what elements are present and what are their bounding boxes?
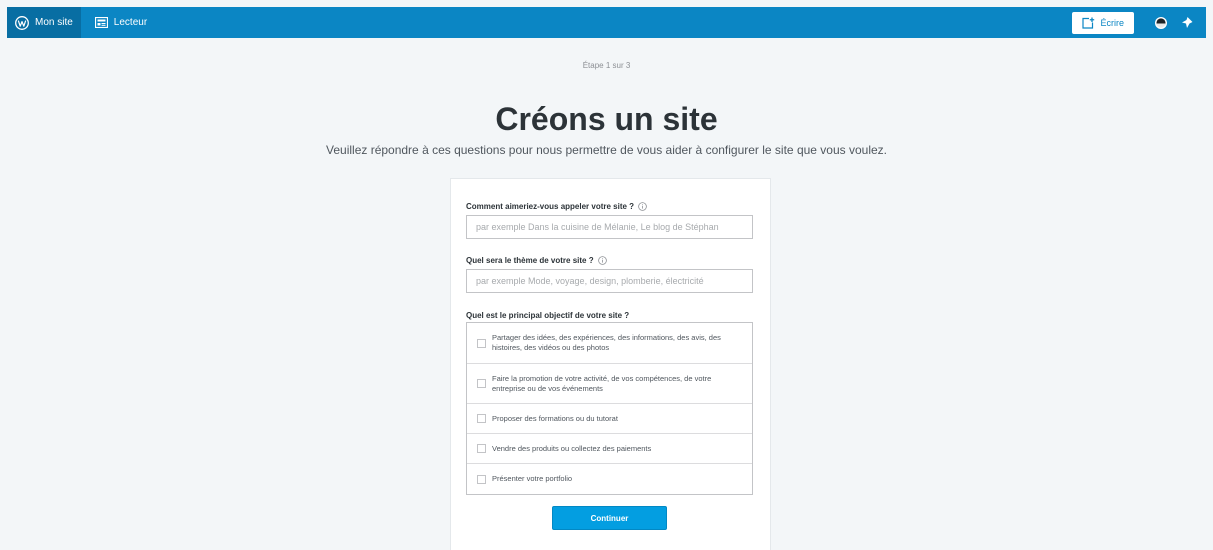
goal-checkbox[interactable]	[477, 474, 486, 484]
reader-icon	[94, 17, 108, 28]
info-icon[interactable]	[638, 202, 647, 211]
reader-label: Lecteur	[113, 17, 148, 28]
goal-option[interactable]: Faire la promotion de votre activité, de…	[467, 364, 752, 404]
goal-checkbox[interactable]	[477, 338, 486, 348]
write-button[interactable]: Écrire	[1072, 11, 1134, 34]
goal-option[interactable]: Partager des idées, des expériences, des…	[467, 323, 752, 364]
goal-option-label: Faire la promotion de votre activité, de…	[492, 373, 712, 393]
goal-option[interactable]: Vendre des produits ou collectez des pai…	[467, 434, 752, 464]
page-subtitle: Veuillez répondre à ces questions pour n…	[326, 143, 887, 157]
info-icon[interactable]	[597, 256, 607, 265]
topic-label-row: Quel sera le thème de votre site ?	[466, 256, 607, 265]
goal-option[interactable]: Proposer des formations ou du tutorat	[467, 404, 752, 434]
goal-list: Partager des idées, des expériences, des…	[466, 322, 753, 495]
my-site-menu[interactable]: Mon site	[7, 7, 81, 38]
goal-option-label: Vendre des produits ou collectez des pai…	[492, 443, 652, 453]
notifications-icon[interactable]	[1174, 16, 1200, 29]
goal-checkbox[interactable]	[477, 379, 486, 388]
step-indicator: Étape 1 sur 3	[582, 61, 631, 70]
goal-checkbox[interactable]	[477, 444, 486, 453]
goal-option-label: Proposer des formations ou du tutorat	[492, 413, 618, 423]
goal-checkbox[interactable]	[477, 414, 486, 423]
page-title: Créons un site	[495, 101, 718, 137]
goal-option-label: Présenter votre portfolio	[492, 474, 573, 483]
site-name-input[interactable]	[466, 215, 753, 239]
site-setup-card: Comment aimeriez-vous appeler votre site…	[451, 179, 770, 550]
masterbar: Mon site Lecteur Écrire	[7, 7, 1206, 38]
avatar-icon[interactable]	[1148, 16, 1174, 30]
write-icon	[1082, 17, 1095, 29]
topic-label: Quel sera le thème de votre site ?	[466, 256, 594, 265]
write-label: Écrire	[1100, 17, 1124, 28]
app-frame: Mon site Lecteur Écrire Étape 1 sur 3 Cr…	[7, 7, 1206, 550]
goal-label: Quel est le principal objectif de votre …	[466, 311, 630, 320]
wordpress-icon	[15, 15, 29, 30]
reader-menu[interactable]: Lecteur	[87, 7, 155, 38]
topic-input[interactable]	[466, 269, 753, 293]
masterbar-right: Écrire	[1072, 7, 1206, 38]
goal-option[interactable]: Présenter votre portfolio	[467, 464, 752, 494]
site-name-label: Comment aimeriez-vous appeler votre site…	[466, 202, 635, 211]
my-site-label: Mon site	[35, 17, 73, 28]
continue-button[interactable]: Continuer	[552, 506, 667, 530]
goal-option-label: Partager des idées, des expériences, des…	[492, 333, 721, 352]
site-name-label-row: Comment aimeriez-vous appeler votre site…	[466, 202, 647, 211]
